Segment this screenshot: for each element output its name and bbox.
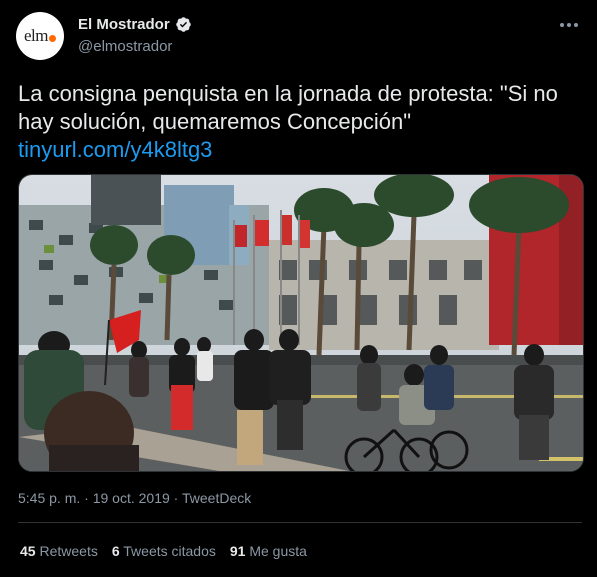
meta-separator: · [169,490,182,506]
tweet-text: La consigna penquista en la jornada de p… [18,81,558,134]
tweet-time: 5:45 p. m. [18,490,81,506]
stat-quote-tweets[interactable]: 6 Tweets citados [112,543,216,559]
display-name[interactable]: El Mostrador [78,16,170,33]
likes-count: 91 [229,543,246,559]
logo-dot-icon [49,34,56,42]
quote-tweets-label: Tweets citados [123,543,216,559]
tweet-timestamp[interactable]: 5:45 p. m. · 19 oct. 2019 · TweetDeck [18,490,251,506]
tweet-source[interactable]: TweetDeck [182,490,251,506]
retweets-count: 45 [20,543,36,559]
avatar-logo: elm [24,26,56,46]
tweet-link[interactable]: tinyurl.com/y4k8ltg3 [18,136,212,164]
divider [18,522,582,523]
author-name-row: El Mostrador [78,16,192,33]
quote-tweets-count: 6 [111,543,120,559]
tweet-date: 19 oct. 2019 [92,490,170,506]
stat-likes[interactable]: 91 Me gusta [230,543,307,559]
protest-photo [19,175,583,471]
retweets-label: Retweets [39,543,98,559]
handle[interactable]: @elmostrador [78,38,172,55]
meta-separator: · [80,490,93,506]
stat-retweets[interactable]: 45 Retweets [20,543,98,559]
likes-label: Me gusta [249,543,307,559]
tweet-photo[interactable] [18,174,584,472]
tweet-card: elm El Mostrador @elmostrador La consign… [0,0,597,577]
engagement-stats: 45 Retweets 6 Tweets citados 91 Me gusta [20,543,307,559]
more-dots-icon[interactable] [557,16,581,34]
avatar[interactable]: elm [16,12,64,60]
verified-badge-icon [175,17,191,32]
